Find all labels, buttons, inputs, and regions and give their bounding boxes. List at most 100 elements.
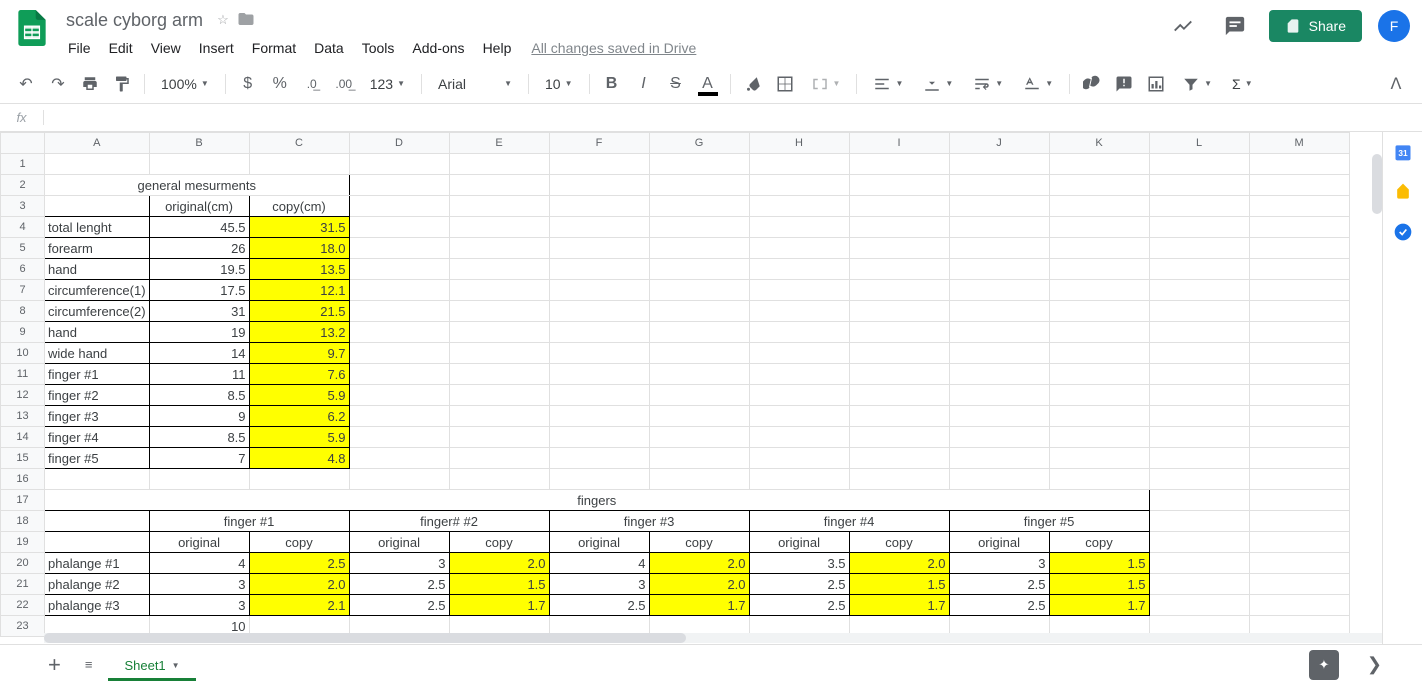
cell-J4[interactable] (949, 217, 1049, 238)
menu-file[interactable]: File (60, 36, 99, 60)
text-wrap-icon[interactable]: ▼ (965, 71, 1011, 97)
cell-D12[interactable] (349, 385, 449, 406)
cell-C19[interactable]: copy (249, 532, 349, 553)
cell-H20[interactable]: 3.5 (749, 553, 849, 574)
cell-G14[interactable] (649, 427, 749, 448)
cell-M15[interactable] (1249, 448, 1349, 469)
cell-L9[interactable] (1149, 322, 1249, 343)
cell-C16[interactable] (249, 469, 349, 490)
row-header-23[interactable]: 23 (1, 616, 45, 637)
cell-I4[interactable] (849, 217, 949, 238)
cell-C11[interactable]: 7.6 (249, 364, 349, 385)
cell-M2[interactable] (1249, 175, 1349, 196)
row-header-2[interactable]: 2 (1, 175, 45, 196)
cell-A17[interactable]: fingers (45, 490, 1150, 511)
cell-A10[interactable]: wide hand (45, 343, 150, 364)
number-format-select[interactable]: 123▼ (362, 72, 413, 96)
row-header-19[interactable]: 19 (1, 532, 45, 553)
cell-J2[interactable] (949, 175, 1049, 196)
cell-M21[interactable] (1249, 574, 1349, 595)
cell-D10[interactable] (349, 343, 449, 364)
menu-edit[interactable]: Edit (101, 36, 141, 60)
cell-F7[interactable] (549, 280, 649, 301)
cell-K6[interactable] (1049, 259, 1149, 280)
cell-H10[interactable] (749, 343, 849, 364)
cell-F5[interactable] (549, 238, 649, 259)
cell-D1[interactable] (349, 154, 449, 175)
cell-B4[interactable]: 45.5 (149, 217, 249, 238)
cell-M12[interactable] (1249, 385, 1349, 406)
italic-icon[interactable]: I (630, 70, 658, 98)
cell-B9[interactable]: 19 (149, 322, 249, 343)
cell-G21[interactable]: 2.0 (649, 574, 749, 595)
cell-A7[interactable]: circumference(1) (45, 280, 150, 301)
cell-F8[interactable] (549, 301, 649, 322)
cell-A14[interactable]: finger #4 (45, 427, 150, 448)
col-header-J[interactable]: J (949, 133, 1049, 154)
cell-K9[interactable] (1049, 322, 1149, 343)
cell-H16[interactable] (749, 469, 849, 490)
row-header-9[interactable]: 9 (1, 322, 45, 343)
col-header-L[interactable]: L (1149, 133, 1249, 154)
cell-I3[interactable] (849, 196, 949, 217)
collapse-toolbar-icon[interactable]: ᐱ (1382, 70, 1410, 98)
cell-E9[interactable] (449, 322, 549, 343)
fill-color-icon[interactable] (739, 70, 767, 98)
cell-D11[interactable] (349, 364, 449, 385)
cell-J7[interactable] (949, 280, 1049, 301)
cell-B21[interactable]: 3 (149, 574, 249, 595)
cell-F15[interactable] (549, 448, 649, 469)
cell-G1[interactable] (649, 154, 749, 175)
row-header-16[interactable]: 16 (1, 469, 45, 490)
horizontal-scrollbar[interactable] (44, 632, 1382, 644)
cell-L1[interactable] (1149, 154, 1249, 175)
cell-H6[interactable] (749, 259, 849, 280)
cell-F16[interactable] (549, 469, 649, 490)
functions-icon[interactable]: Σ▼ (1224, 72, 1261, 96)
cell-M4[interactable] (1249, 217, 1349, 238)
cell-I22[interactable]: 1.7 (849, 595, 949, 616)
cell-A21[interactable]: phalange #2 (45, 574, 150, 595)
row-header-15[interactable]: 15 (1, 448, 45, 469)
cell-J13[interactable] (949, 406, 1049, 427)
cell-M16[interactable] (1249, 469, 1349, 490)
cell-I10[interactable] (849, 343, 949, 364)
cell-A9[interactable]: hand (45, 322, 150, 343)
cell-C3[interactable]: copy(cm) (249, 196, 349, 217)
cell-M19[interactable] (1249, 532, 1349, 553)
cell-B3[interactable]: original(cm) (149, 196, 249, 217)
cell-M14[interactable] (1249, 427, 1349, 448)
cell-M17[interactable] (1249, 490, 1349, 511)
text-rotation-icon[interactable]: ▼ (1015, 71, 1061, 97)
cell-L13[interactable] (1149, 406, 1249, 427)
cell-G19[interactable]: copy (649, 532, 749, 553)
bold-icon[interactable]: B (598, 70, 626, 98)
cell-G2[interactable] (649, 175, 749, 196)
cell-C1[interactable] (249, 154, 349, 175)
borders-icon[interactable] (771, 70, 799, 98)
cell-D5[interactable] (349, 238, 449, 259)
cell-D8[interactable] (349, 301, 449, 322)
cell-I6[interactable] (849, 259, 949, 280)
col-header-F[interactable]: F (549, 133, 649, 154)
cell-A11[interactable]: finger #1 (45, 364, 150, 385)
cell-B15[interactable]: 7 (149, 448, 249, 469)
cell-C7[interactable]: 12.1 (249, 280, 349, 301)
cell-L20[interactable] (1149, 553, 1249, 574)
cell-H7[interactable] (749, 280, 849, 301)
cell-I5[interactable] (849, 238, 949, 259)
col-header-B[interactable]: B (149, 133, 249, 154)
cell-D6[interactable] (349, 259, 449, 280)
cell-E19[interactable]: copy (449, 532, 549, 553)
cell-F3[interactable] (549, 196, 649, 217)
cell-L7[interactable] (1149, 280, 1249, 301)
cell-J21[interactable]: 2.5 (949, 574, 1049, 595)
cell-M13[interactable] (1249, 406, 1349, 427)
cell-E10[interactable] (449, 343, 549, 364)
cell-I12[interactable] (849, 385, 949, 406)
cell-F21[interactable]: 3 (549, 574, 649, 595)
h-align-icon[interactable]: ▼ (865, 71, 911, 97)
activity-icon[interactable] (1165, 8, 1201, 44)
font-select[interactable]: Arial▼ (430, 72, 520, 96)
cell-A20[interactable]: phalange #1 (45, 553, 150, 574)
